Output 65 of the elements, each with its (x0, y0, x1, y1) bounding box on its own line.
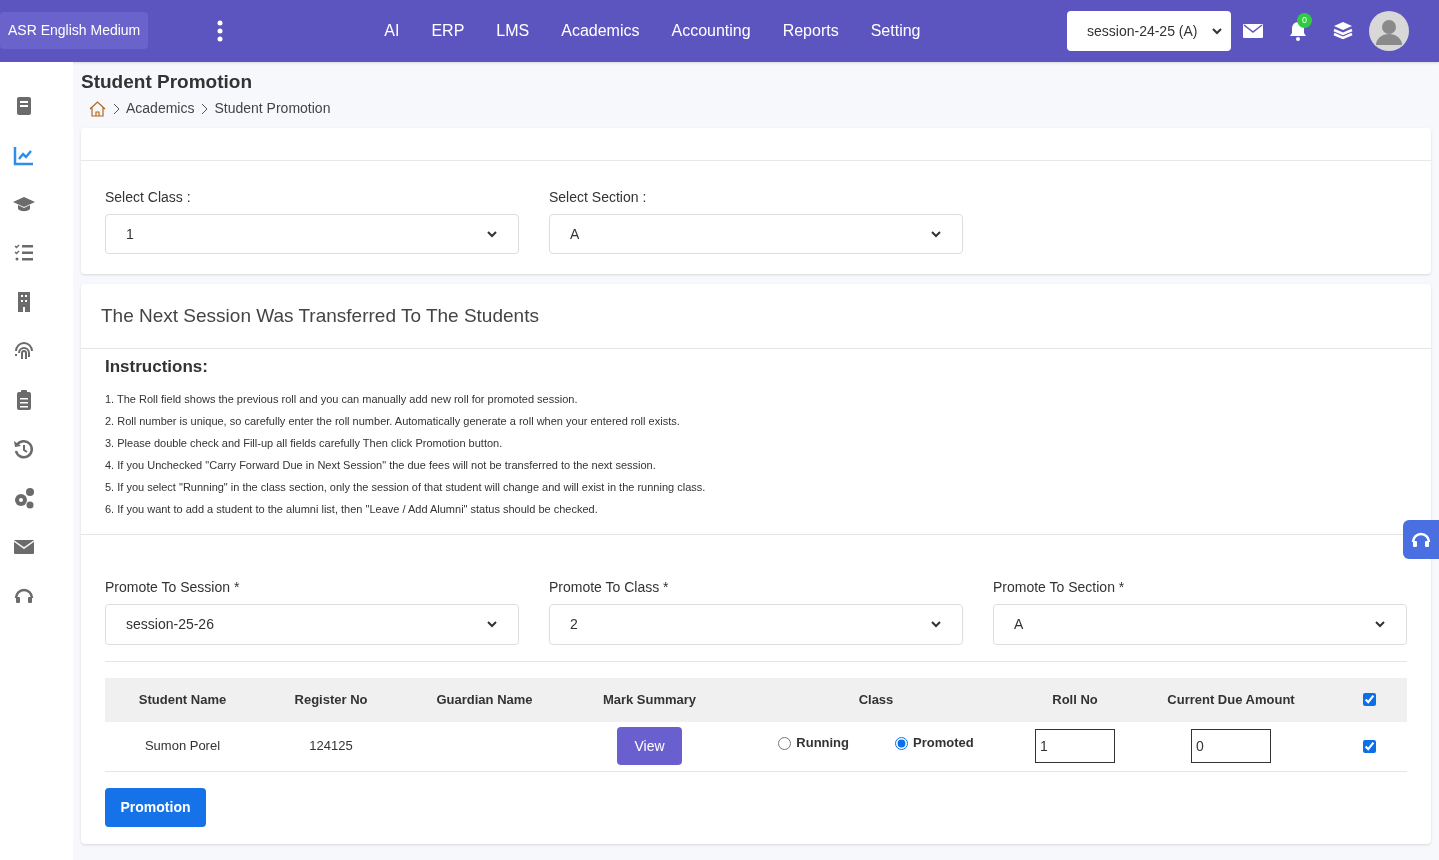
column-header: Guardian Name (435, 690, 534, 709)
due-amount-input[interactable]: 0 (1191, 729, 1271, 763)
session-select[interactable]: session-24-25 (A) (1067, 11, 1231, 51)
column-header: Current Due Amount (1166, 690, 1296, 709)
chevron-right-icon (112, 102, 120, 115)
instruction-text: 1. The Roll field shows the previous roll and you can manually add new roll for promoted session. (105, 391, 579, 407)
class-radio-option[interactable]: Running (778, 733, 849, 753)
breadcrumb-link[interactable]: Student Promotion (214, 98, 331, 119)
home-icon[interactable] (89, 100, 106, 117)
instruction-text: 6. If you want to add a student to the alumni list, then "Leave / Add Alumni" status should be checked. (105, 501, 599, 517)
column-header: Student Name (137, 690, 228, 709)
class-radio-option[interactable]: Promoted (895, 733, 974, 753)
nav-link[interactable]: LMS (496, 19, 530, 43)
radio-button[interactable] (895, 736, 908, 750)
instruction-text: 3. Please double check and Fill-up all fields carefully Then click Promotion button. (105, 435, 504, 451)
field-label: Select Class : (105, 188, 192, 207)
nav-link[interactable]: ERP (431, 19, 465, 43)
column-header: Class (857, 690, 895, 709)
select-field[interactable]: session-25-26 (105, 603, 519, 645)
select-field[interactable]: 1 (105, 214, 519, 254)
chevron-down-icon (1211, 25, 1223, 37)
select-field[interactable]: 2 (549, 603, 963, 645)
field-label: Promote To Section * (993, 577, 1126, 597)
page-title: Student Promotion (81, 70, 253, 94)
chevron-down-icon (930, 618, 942, 630)
notification-badge: 0 (1297, 13, 1312, 28)
instruction-text: 5. If you select "Running" in the class section, only the session of that student will change and will exist in the running class. (105, 479, 707, 495)
instruction-text: 4. If you Unchecked "Carry Forward Due in Next Session" the due fees will not be transferred to the next session. (105, 457, 657, 473)
instructions-title: Instructions: (105, 356, 209, 378)
select-field[interactable]: A (993, 603, 1407, 645)
column-header: Register No (293, 690, 369, 709)
nav-link[interactable]: Accounting (671, 19, 751, 43)
avatar-icon[interactable] (1369, 11, 1409, 51)
select-field[interactable]: A (549, 214, 963, 254)
layers-icon[interactable] (1333, 21, 1353, 41)
chevron-down-icon (486, 228, 498, 240)
radio-button[interactable] (778, 736, 792, 750)
select-all-checkbox[interactable] (1363, 693, 1376, 706)
table-cell-text: 124125 (308, 737, 354, 756)
nav-link[interactable]: Setting (870, 19, 921, 43)
roll-no-input[interactable]: 1 (1035, 729, 1115, 763)
column-header: Roll No (1051, 690, 1099, 709)
field-label: Promote To Session * (105, 577, 241, 597)
breadcrumb-link[interactable]: Academics (126, 98, 195, 119)
brand-label[interactable]: ASR English Medium (0, 11, 149, 49)
panel-title: The Next Session Was Transferred To The Students (101, 303, 539, 328)
table-cell-text: Sumon Porel (143, 737, 222, 756)
nav-link[interactable]: Reports (782, 19, 839, 43)
chevron-down-icon (930, 228, 942, 240)
nav-link[interactable]: Academics (561, 19, 640, 43)
envelope-icon[interactable] (1243, 23, 1263, 39)
field-label: Select Section : (549, 188, 648, 207)
instruction-text: 2. Roll number is unique, so carefully enter the roll number. Automatically generate a roll when your entered roll exists. (105, 413, 681, 429)
promotion-button[interactable]: Promotion (105, 787, 206, 827)
history-icon[interactable] (11, 437, 36, 461)
chevron-right-icon (200, 102, 209, 115)
chevron-down-icon (486, 618, 498, 630)
chevron-down-icon (1374, 618, 1386, 630)
view-button[interactable]: View (617, 727, 682, 765)
row-checkbox[interactable] (1363, 739, 1376, 753)
column-header: Mark Summary (601, 690, 698, 709)
more-vertical-icon[interactable] (216, 20, 225, 42)
support-button[interactable] (1403, 520, 1439, 559)
field-label: Promote To Class * (549, 577, 670, 597)
nav-link[interactable]: AI (384, 19, 400, 43)
